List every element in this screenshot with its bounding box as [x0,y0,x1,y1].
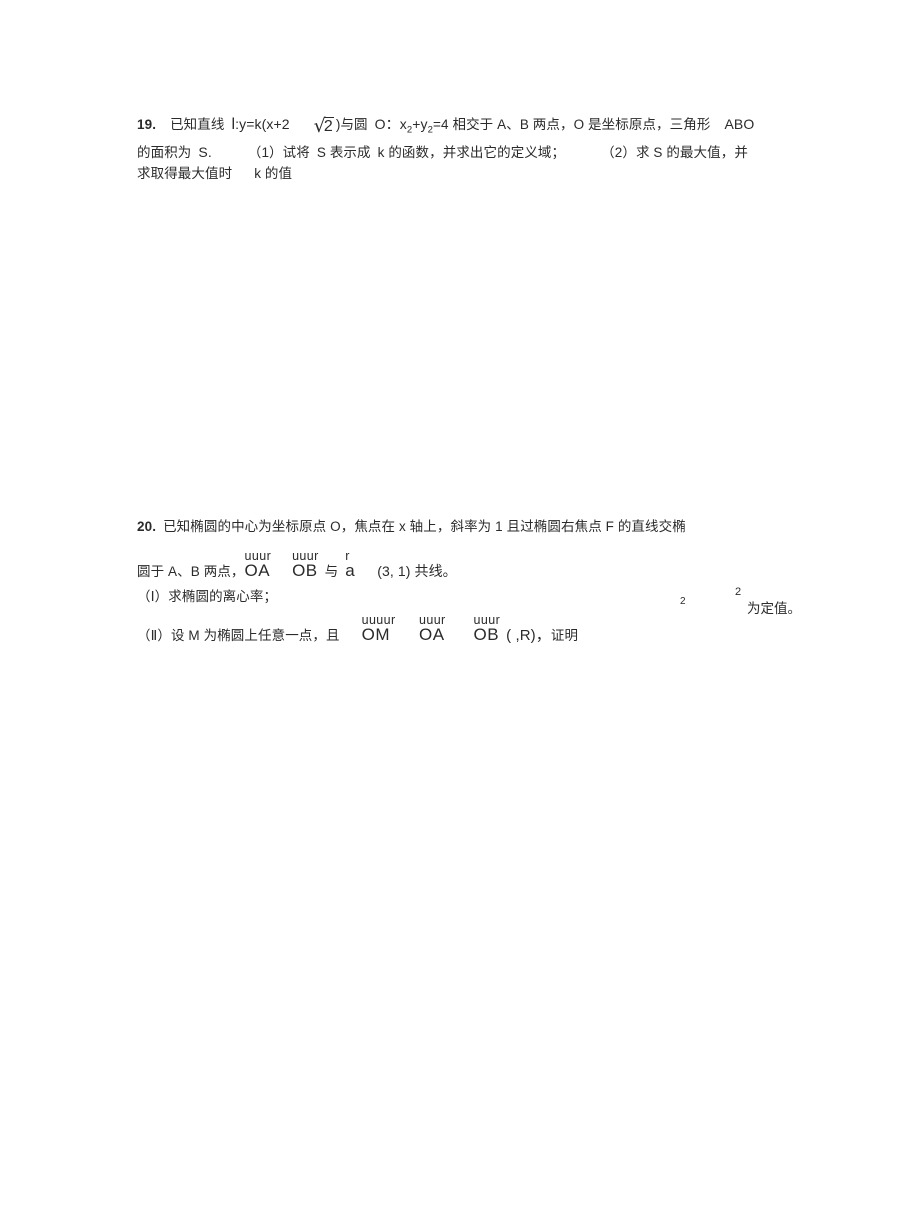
question-19-line-3: 求取得最大值时 k 的值 [137,163,797,184]
q19-l1-seg-f: =4 相交于 A、B 两点，O 是坐标原点，三角形 [433,117,711,132]
q19-l2-seg-b: S. [198,144,212,160]
q19-l2-seg-c: （1）试将 [247,145,310,160]
q19-l2-seg-d: S 表示成 [316,145,371,160]
q19-l3-seg-b: k 的值 [254,166,293,181]
vector-ob-group: uuur OB [292,549,318,584]
q20-l3-text: （Ⅰ）求椭圆的离心率； [137,589,278,604]
vector-oa-group-2: uuur OA [419,613,445,648]
q19-l3-seg-a: 求取得最大值时 [137,166,233,181]
question-19-line-2: 的面积为 S. （1）试将 S 表示成 k 的函数，并求出它的定义域； （2）求 S 的最… [137,142,797,163]
question-20-number: 20. [137,519,157,534]
vector-a-group: ra [345,549,355,584]
q19-l1-seg-b: :y=k(x+2 [235,116,290,132]
q19-l2-seg-e: k 的函数，并求出它的定义域； [377,145,566,160]
q20-l2-mid: 与 [324,564,339,579]
question-20-line-3: （Ⅰ）求椭圆的离心率； [137,586,837,607]
vector-arrow-mark-om: uuuur [361,613,396,627]
vector-arrow-mark-ob-2: uuur [473,613,501,627]
vector-ob-group-2: uuur OB [474,613,500,648]
vector-arrow-mark-a: r [345,549,350,563]
q20-l4-prefix: （Ⅱ）设 M 为椭圆上任意一点，且 [137,628,340,643]
vector-arrow-mark-oa-2: uuur [418,613,446,627]
q19-l1-seg-d: O：x [374,116,407,132]
radical-sign-glyph: √ [313,115,326,137]
document-page: 19. 已知直线 l:y=k(x+2 √2)与圆 O：x2+y2=4 相交于 A、B 两… [0,0,920,1207]
q20-l2-prefix: 圆于 A、B 两点， [137,564,245,579]
question-20-line-2: 圆于 A、B 两点， uuur OA uuur OB 与 r a (3, 1) 共线。 [137,549,837,584]
vector-oa-group: uuur OA [245,549,271,584]
q19-l2-seg-a: 的面积为 [137,145,192,160]
question-20-block: 20. 已知椭圆的中心为坐标原点 O，焦点在 x 轴上，斜率为 1 且过椭圆右焦点… [137,516,837,648]
q19-l1-seg-e: +y [412,116,428,132]
q20-trailing-text: 为定值。 [747,601,801,616]
q20-l2-suffix: (3, 1) 共线。 [377,563,457,579]
question-20-line-1: 20. 已知椭圆的中心为坐标原点 O，焦点在 x 轴上，斜率为 1 且过椭圆右焦点… [137,516,837,537]
vector-om-group: uuuur OM [362,613,396,648]
q20-l4-paren: ( ,R)， [506,627,551,644]
question-20-line-4: （Ⅱ）设 M 为椭圆上任意一点，且 uuuur OM uuur OA uuur OB ( ,R… [137,613,837,648]
q19-l1-seg-g: ABO [724,116,755,132]
vector-arrow-mark-oa: uuur [244,549,272,563]
q19-l1-seg-c: )与圆 [335,117,368,132]
question-19-number: 19. [137,117,157,132]
q19-l1-seg-a: 已知直线 [170,117,225,132]
sqrt-two-expression: √2 [314,113,334,139]
q20-l1-text: 已知椭圆的中心为坐标原点 O，焦点在 x 轴上，斜率为 1 且过椭圆右焦点 F … [163,519,686,534]
question-19-block: 19. 已知直线 l:y=k(x+2 √2)与圆 O：x2+y2=4 相交于 A、B 两… [137,112,797,184]
vector-arrow-mark-ob: uuur [292,549,319,563]
q20-l4-proof: 证明 [550,628,579,643]
q19-l2-seg-f: （2）求 S 的最大值，并 [601,145,748,160]
question-19-line-1: 19. 已知直线 l:y=k(x+2 √2)与圆 O：x2+y2=4 相交于 A、B 两… [137,112,797,139]
